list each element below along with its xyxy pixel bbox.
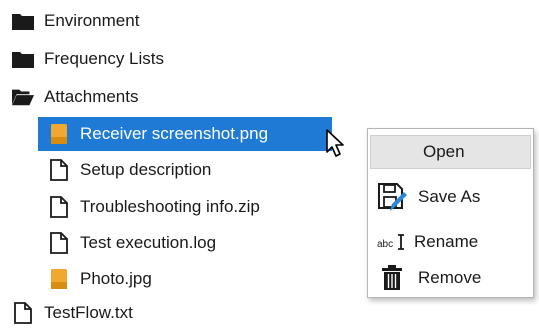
mouse-cursor-icon [326,129,344,157]
tree-item-setup-description[interactable]: Setup description [48,153,211,187]
tree-item-frequency-lists[interactable]: Frequency Lists [12,42,164,76]
tree-item-label: Frequency Lists [44,49,164,68]
menu-item-label: Remove [418,268,482,287]
menu-item-remove[interactable]: Remove [370,261,531,295]
document-icon [12,302,34,324]
svg-text:abc: abc [377,239,393,250]
tree-item-label: Attachments [44,87,139,106]
folder-icon [12,48,34,70]
tree-item-attachments[interactable]: Attachments [12,80,139,114]
menu-item-label: Rename [414,232,479,251]
context-menu: Open Save As abc Rename Remove [367,128,534,298]
tree-item-receiver-screenshot[interactable]: Receiver screenshot.png [38,117,332,151]
tree-item-photo[interactable]: Photo.jpg [48,262,152,296]
tree-item-label: Photo.jpg [80,269,152,288]
folder-icon [12,10,34,32]
tree-item-label: Test execution.log [80,233,217,252]
tree-item-label: TestFlow.txt [44,303,133,322]
tree-item-label: Setup description [80,160,212,179]
image-file-icon [48,123,70,145]
document-icon [48,159,70,181]
tree-item-environment[interactable]: Environment [12,4,139,38]
folder-open-icon [12,86,34,108]
menu-item-open[interactable]: Open [370,135,531,169]
tree-item-testflow[interactable]: TestFlow.txt [12,296,133,330]
menu-item-rename[interactable]: abc Rename [370,225,531,259]
tree-item-label: Environment [44,11,140,30]
tree-item-label: Troubleshooting info.zip [80,197,260,216]
menu-item-label: Save As [418,187,481,206]
tree-item-troubleshooting-info[interactable]: Troubleshooting info.zip [48,190,260,224]
save-as-icon [374,181,410,213]
menu-item-label: Open [423,142,465,161]
document-icon [48,196,70,218]
rename-icon: abc [374,232,410,252]
trash-icon [374,265,410,291]
tree-item-label: Receiver screenshot.png [80,124,269,143]
tree-item-test-execution-log[interactable]: Test execution.log [48,226,216,260]
menu-item-save-as[interactable]: Save As [370,177,531,217]
image-file-icon [48,268,70,290]
document-icon [48,232,70,254]
